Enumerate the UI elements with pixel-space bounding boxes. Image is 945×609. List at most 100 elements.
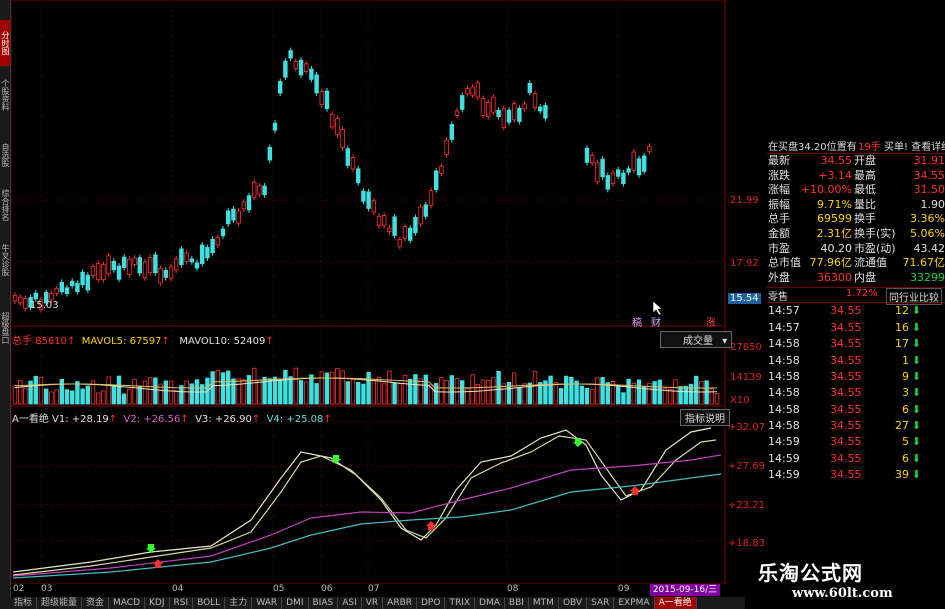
indicator-tab[interactable]: 主力 — [225, 597, 253, 609]
finance-marker[interactable]: 财 — [651, 314, 661, 329]
tick-volume: 17 — [895, 337, 909, 351]
volume-bar — [101, 390, 106, 405]
indicator-tab[interactable]: KDJ — [145, 597, 170, 609]
quote-label: 开盘 — [854, 154, 876, 167]
candle-body — [392, 216, 397, 236]
toolbar-item-superbook[interactable]: 超级盘口 — [0, 295, 10, 360]
volume-bar — [381, 383, 387, 405]
toolbar-item-ranking[interactable]: 综合排名 — [0, 180, 10, 230]
indicator-tab[interactable]: DMA — [475, 597, 505, 609]
candle-body — [496, 109, 501, 118]
order-alert-link[interactable]: 买单! 查看详细 — [884, 138, 945, 153]
indicator-tab[interactable]: VR — [362, 597, 384, 609]
candle-body — [543, 104, 548, 119]
volume-bar — [96, 392, 101, 405]
quote-row: 总手 69599 换手 3.36% — [766, 212, 945, 227]
indicator-tab[interactable]: RSI — [170, 597, 194, 609]
volume-total: 85610 — [35, 336, 67, 347]
indicator-tab[interactable]: ARBR — [383, 597, 417, 609]
volume-bar — [132, 378, 137, 405]
indicator-tab[interactable]: 超级能量 — [37, 597, 83, 609]
tick-volume: 16 — [895, 320, 909, 334]
indicator-legend: A一看绝 V1: +28.19↑ V2: +26.56↑ V3: +26.90↑… — [12, 414, 332, 425]
candle-body — [449, 124, 454, 140]
toolbar-item-watchlist[interactable]: 自选股 — [0, 135, 10, 175]
quote-label: 振幅 — [768, 197, 790, 211]
volume-bar — [106, 376, 111, 405]
indicator-tab[interactable]: EXPMA — [614, 597, 655, 609]
order-alert[interactable]: 在买盘34.20位置有 19手 买单! 查看详细 — [766, 138, 945, 154]
candle-body — [465, 88, 470, 95]
quote-value: 1.90 — [920, 197, 945, 211]
tick-price: 34.55 — [830, 353, 862, 367]
candle-body — [418, 206, 423, 225]
indicator-v2: V2: +26.56 — [123, 414, 181, 425]
indicator-tab[interactable]: 指标 — [10, 597, 38, 609]
quote-label: 总手 — [768, 212, 790, 226]
candle-body — [231, 208, 236, 221]
tick-price: 34.55 — [830, 337, 862, 351]
candle-body — [470, 86, 475, 96]
quote-label: 总市值 — [768, 256, 801, 270]
quote-value: 43.42 — [913, 241, 945, 255]
toolbar-item-intraday[interactable]: 分时图 — [0, 20, 10, 66]
indicator-tab[interactable]: BBI — [505, 597, 529, 609]
candle-body — [433, 170, 439, 191]
candle-body — [215, 237, 220, 246]
volume-bar — [595, 377, 600, 405]
quote-label: 金额 — [768, 226, 790, 240]
candle-body — [173, 258, 179, 271]
candle-body — [64, 287, 70, 295]
candle-body — [366, 191, 371, 209]
volume-indicator-dropdown[interactable]: 成交量 ▾ — [660, 331, 732, 348]
indicator-tab[interactable]: OBV — [559, 597, 588, 609]
indicator-v4-line — [12, 473, 722, 579]
volume-bar — [361, 383, 366, 405]
indicator-axis-label: +32.07 — [728, 422, 766, 433]
candle-body — [194, 262, 200, 269]
volume-bar — [678, 386, 683, 405]
tick-volume: 6 — [902, 451, 909, 465]
indicator-tab[interactable]: SAR — [587, 597, 615, 609]
tick-price: 34.55 — [830, 369, 862, 383]
limit-up-marker[interactable]: 涨 — [706, 314, 716, 329]
indicator-tab[interactable]: A一看绝 — [654, 597, 697, 609]
candle-body — [600, 158, 605, 178]
candle-body — [168, 266, 174, 279]
indicator-tab[interactable]: BIAS — [309, 597, 339, 609]
indicator-help-button[interactable]: 指标说明 — [680, 409, 730, 426]
candle-body — [163, 270, 168, 278]
candle-body — [444, 139, 449, 155]
tick-time: 14:59 — [768, 468, 800, 482]
indicator-v4: V4: +25.08 — [266, 414, 324, 425]
tick-volume: 12 — [895, 304, 909, 318]
volume-bar — [288, 376, 293, 405]
quote-label: 最高 — [854, 168, 876, 182]
event-marker[interactable]: 稿 — [632, 314, 642, 329]
volume-bar — [392, 382, 397, 405]
volume-legend: 总手 85610↑ MAVOL5: 67597↑ MAVOL10: 52409↑ — [12, 336, 274, 347]
candle-body — [371, 200, 376, 213]
indicator-tab[interactable]: DMI — [282, 597, 309, 609]
toolbar-item-diagnosis[interactable]: 牛叉诊股 — [0, 235, 10, 285]
candle-body — [70, 280, 75, 287]
down-arrow-icon: ⬇ — [911, 337, 921, 351]
candle-body — [340, 128, 345, 149]
indicator-tab[interactable]: BOLL — [193, 597, 226, 609]
indicator-tab[interactable]: MTM — [529, 597, 559, 609]
candle-body — [532, 93, 538, 109]
indicator-tab[interactable]: DPO — [417, 597, 446, 609]
volume-bar — [491, 377, 496, 405]
toolbar-item-profile[interactable]: 个股资料 — [0, 70, 10, 120]
down-arrow-icon: ⬇ — [911, 451, 921, 465]
indicator-tab[interactable]: WAR — [252, 597, 283, 609]
candle-body — [236, 210, 241, 224]
indicator-tab[interactable]: MACD — [109, 597, 146, 609]
indicator-tab[interactable]: 资金 — [82, 597, 110, 609]
tick-list[interactable]: 14:57 34.55 12 ⬇ 14:57 34.55 16 ⬇ 14:58 34.55 17 ⬇ 1… — [766, 303, 945, 483]
indicator-tab[interactable]: ASI — [338, 597, 362, 609]
tick-volume: 6 — [902, 402, 909, 416]
indicator-tab[interactable]: TRIX — [445, 597, 476, 609]
quote-label: 换手 — [854, 212, 876, 226]
kline-chart[interactable] — [11, 0, 760, 584]
